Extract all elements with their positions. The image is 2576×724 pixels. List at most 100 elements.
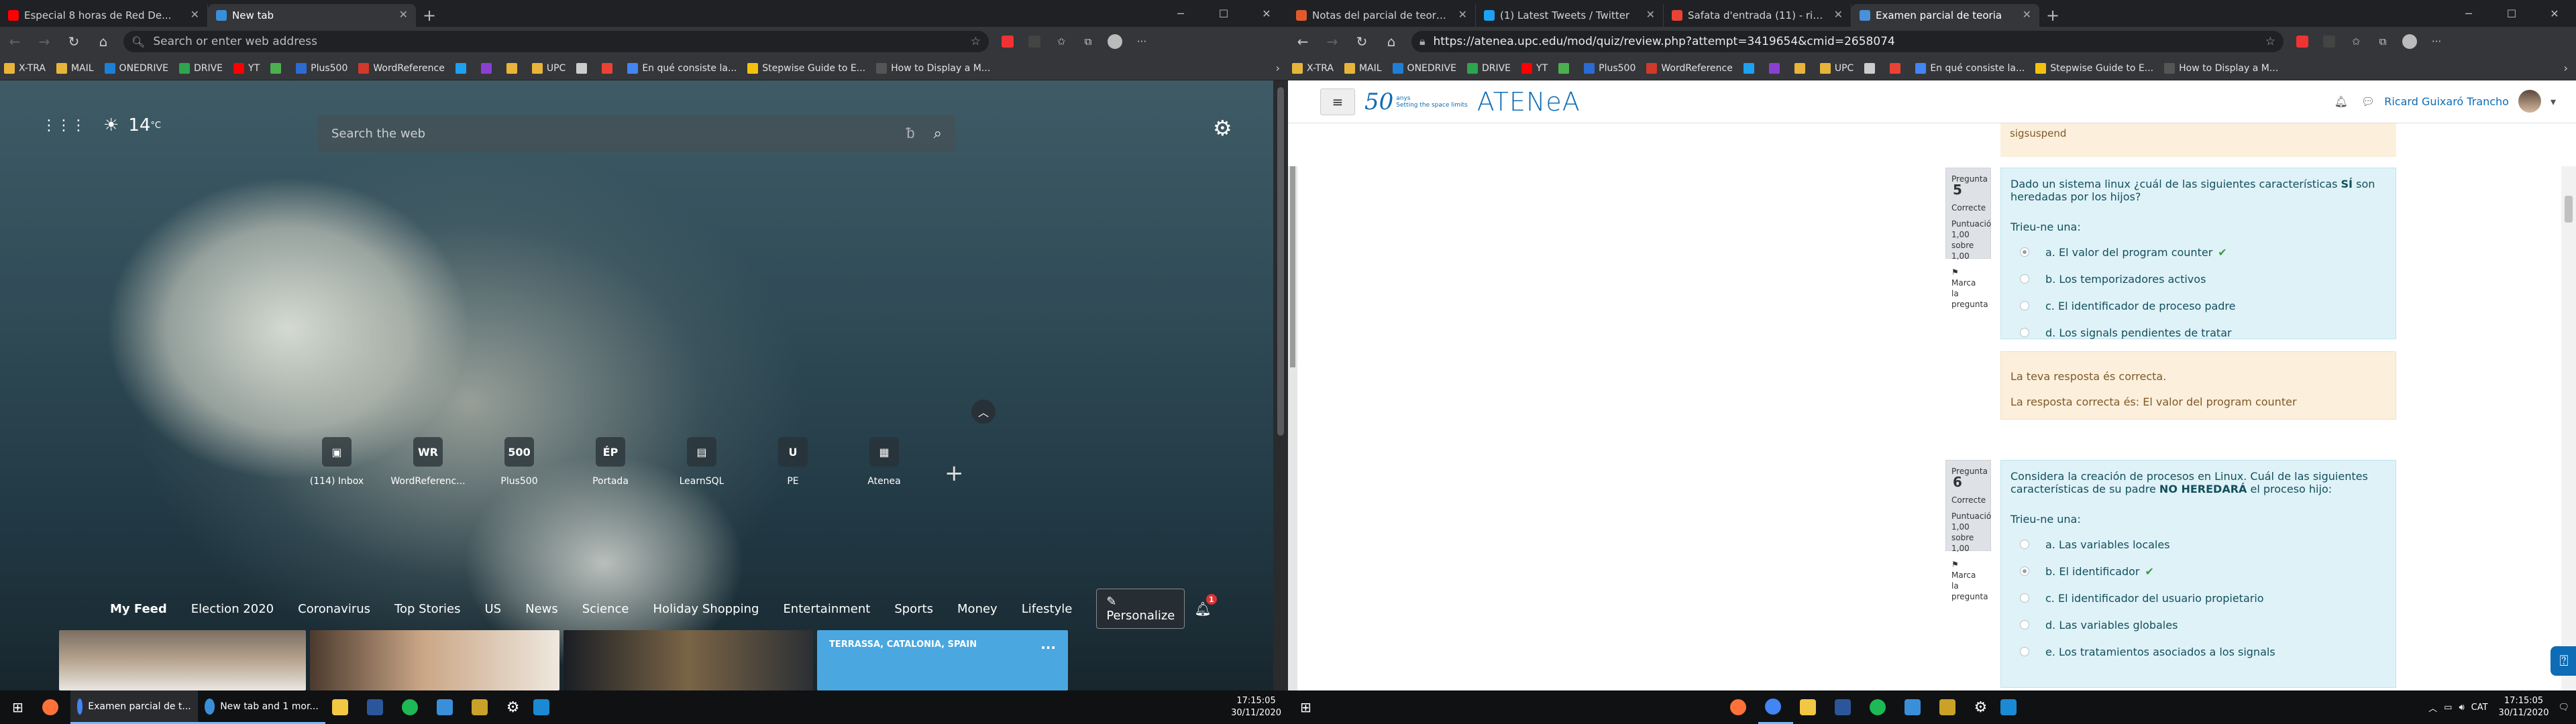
file-explorer-icon[interactable] [325, 690, 360, 724]
taskbar-edge-window[interactable]: New tab and 1 mor... [197, 690, 325, 724]
bookmark-item[interactable] [602, 62, 616, 74]
bookmark-item[interactable] [1864, 62, 1879, 74]
personalize-button[interactable]: ✎ Personalize [1096, 589, 1185, 629]
answer-option[interactable]: c. El identificador del usuario propieta… [2010, 585, 2386, 611]
flag-question-link[interactable]: ⚑ Marca la pregunta [1951, 559, 1988, 602]
page-scrollbar[interactable] [2561, 166, 2576, 690]
answer-radio[interactable] [2020, 593, 2029, 603]
favorites-icon[interactable]: ✩ [1048, 27, 1075, 56]
bookmark-item[interactable]: X-TRA [4, 62, 46, 74]
bookmark-item[interactable]: En qué consiste la... [627, 62, 737, 74]
flag-question-link[interactable]: ⚑ Marca la pregunta [1951, 267, 1988, 310]
answer-option[interactable]: d. Las variables globales [2010, 611, 2386, 638]
favorite-star-icon[interactable]: ☆ [2265, 35, 2275, 48]
atenea-logo[interactable]: 50 anys Setting the space limits ATENeA [1364, 87, 1580, 117]
app-icon[interactable] [465, 690, 500, 724]
spotify-icon[interactable] [1863, 690, 1898, 724]
start-button[interactable]: ⊞ [0, 690, 36, 724]
more-menu-icon[interactable]: ··· [2423, 27, 2450, 56]
feed-nav-item[interactable]: Election 2020 [191, 602, 274, 616]
quick-link-tile[interactable]: ÉP Portada [565, 437, 656, 487]
feed-nav-item[interactable]: News [525, 602, 558, 616]
bookmark-item[interactable]: WordReference [1646, 62, 1733, 74]
volume-icon[interactable]: 🔊︎ [2459, 703, 2464, 713]
answer-radio[interactable] [2020, 620, 2029, 629]
search-icon[interactable]: ⌕ [934, 125, 942, 142]
feed-nav-item[interactable]: US [484, 602, 501, 616]
url-text[interactable]: https://atenea.upc.edu/mod/quiz/review.p… [1434, 35, 1895, 48]
answer-option[interactable]: a. El valor del program counter ✔ [2010, 239, 2386, 265]
scrollbar-thumb[interactable] [1277, 87, 1284, 436]
language-indicator[interactable]: CAT [2471, 703, 2488, 713]
bookmark-item[interactable] [576, 62, 591, 74]
tab-gmail[interactable]: Safata d'entrada (11) - ricard.gu... ✕ [1664, 4, 1851, 27]
bookmark-item[interactable] [1794, 62, 1809, 74]
vscode-icon[interactable] [527, 690, 561, 724]
start-button[interactable]: ⊞ [1288, 690, 1324, 724]
answer-radio[interactable] [2020, 301, 2029, 310]
bookmark-item[interactable] [1768, 62, 1784, 74]
close-window-button[interactable]: ✕ [2533, 0, 2576, 27]
messages-icon[interactable]: 💬︎ [2361, 95, 2375, 108]
bookmark-item[interactable]: MAIL [1344, 62, 1382, 74]
quick-link-tile[interactable]: ▤ LearnSQL [656, 437, 747, 487]
reload-button[interactable]: ↻ [59, 27, 89, 56]
chrome-taskbar-icon[interactable] [1758, 690, 1793, 724]
bookmark-item[interactable]: UPC [531, 62, 566, 74]
bookmark-item[interactable] [455, 62, 470, 74]
answer-radio[interactable] [2020, 647, 2029, 656]
forward-button[interactable]: → [1318, 27, 1347, 56]
tray-chevron-icon[interactable]: ︿ [2428, 701, 2437, 714]
spotify-icon[interactable] [395, 690, 430, 724]
chevron-right-icon[interactable]: › [1276, 62, 1280, 74]
settings-icon[interactable]: ⚙ [1968, 690, 1994, 724]
bookmark-item[interactable]: UPC [1819, 62, 1854, 74]
profile-avatar[interactable] [1102, 27, 1128, 56]
bookmark-item[interactable]: Stepwise Guide to E... [2035, 62, 2153, 74]
feed-nav-item[interactable]: Money [957, 602, 998, 616]
feed-nav-item[interactable]: Coronavirus [298, 602, 370, 616]
word-icon[interactable] [360, 690, 395, 724]
close-icon[interactable]: ✕ [2023, 8, 2031, 21]
weather-widget[interactable]: ⋮⋮⋮ ☀ 14 °C [42, 115, 161, 135]
bookmark-item[interactable]: Stepwise Guide to E... [747, 62, 865, 74]
clock[interactable]: 17:15:05 30/11/2020 [2499, 695, 2549, 719]
news-card[interactable] [310, 630, 559, 690]
maximize-button[interactable]: ☐ [2490, 0, 2533, 27]
app-launcher-icon[interactable]: ⋮⋮⋮ [42, 117, 86, 134]
tab-new-tab[interactable]: New tab ✕ [208, 4, 416, 27]
close-icon[interactable]: ✕ [191, 8, 199, 21]
tab-youtube[interactable]: Especial 8 horas de Red De... ✕ [0, 4, 208, 27]
forward-button[interactable]: → [30, 27, 59, 56]
settings-icon[interactable]: ⚙ [500, 690, 527, 724]
minimize-button[interactable]: ─ [1159, 0, 1202, 27]
extension-icon[interactable] [2316, 27, 2343, 56]
quick-link-tile[interactable]: ▣ (114) Inbox [291, 437, 382, 487]
extension-icon[interactable] [1021, 27, 1048, 56]
app-icon[interactable] [1933, 690, 1968, 724]
feed-nav-item[interactable]: Science [582, 602, 629, 616]
menu-toggle-button[interactable]: ≡ [1320, 88, 1355, 115]
close-icon[interactable]: ✕ [1646, 8, 1655, 21]
minimize-button[interactable]: ─ [2447, 0, 2490, 27]
outlook-icon[interactable] [430, 690, 465, 724]
firefox-taskbar-icon[interactable] [1723, 690, 1758, 724]
add-site-button[interactable]: + [945, 460, 964, 487]
extension-icon[interactable] [994, 27, 1021, 56]
vscode-icon[interactable] [1994, 690, 2029, 724]
clock[interactable]: 17:15:05 30/11/2020 [1231, 695, 1281, 719]
bookmark-item[interactable]: WordReference [358, 62, 445, 74]
page-scrollbar[interactable] [1273, 80, 1288, 690]
notification-bell-icon[interactable]: 🔔︎ 1 [1194, 594, 1217, 617]
avatar[interactable] [2518, 90, 2541, 113]
file-explorer-icon[interactable] [1793, 690, 1828, 724]
close-icon[interactable]: ✕ [399, 8, 408, 21]
bookmark-item[interactable]: En qué consiste la... [1915, 62, 2025, 74]
scrollbar-thumb[interactable] [1290, 166, 1295, 367]
user-menu[interactable]: 🔔︎ 💬︎ Ricard Guixaró Trancho ▾ [2334, 90, 2556, 113]
help-button[interactable]: ⍰ [2551, 646, 2576, 676]
quick-link-tile[interactable]: U PE [747, 437, 839, 487]
profile-avatar[interactable] [2396, 27, 2423, 56]
collections-icon[interactable]: ⧉ [1075, 27, 1102, 56]
user-name[interactable]: Ricard Guixaró Trancho [2384, 95, 2509, 108]
